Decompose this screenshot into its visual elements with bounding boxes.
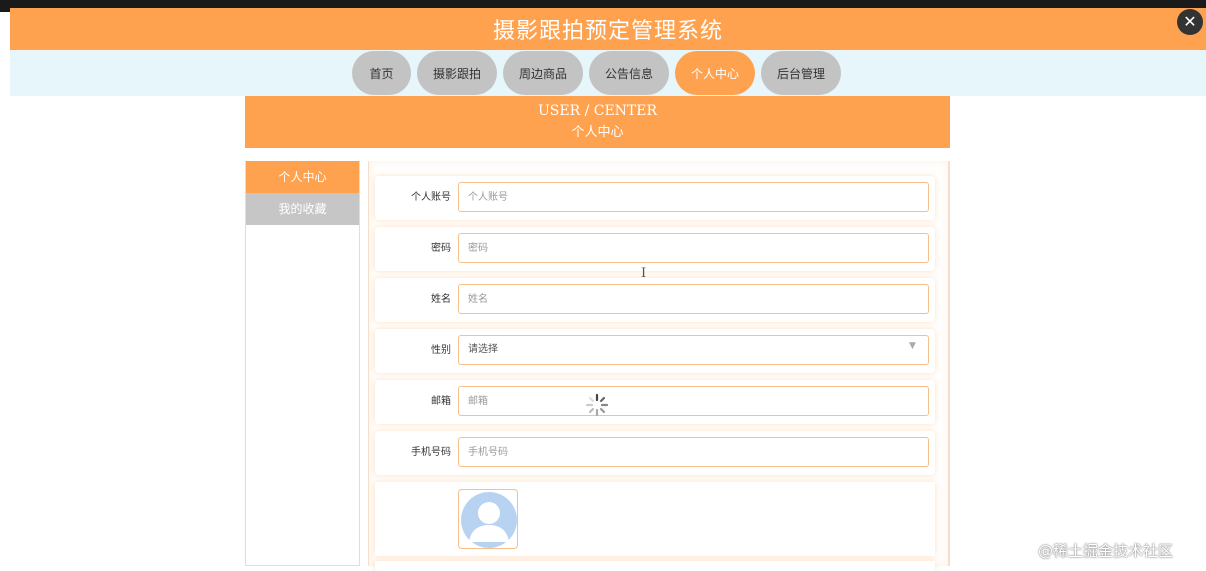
form-row-avatar	[375, 482, 935, 556]
phone-label: 手机号码	[411, 447, 451, 458]
gender-select-value: 请选择	[468, 344, 498, 355]
sidebar: 个人中心 我的收藏	[245, 161, 360, 566]
profile-form: 个人账号 密码 姓名 性别 请选择 ▼ 邮箱 手机号码	[368, 161, 950, 571]
name-input[interactable]	[458, 284, 929, 314]
form-row-email: 邮箱	[375, 380, 935, 424]
main-nav: 首页 摄影跟拍 周边商品 公告信息 个人中心 后台管理	[10, 50, 1206, 96]
chevron-down-icon[interactable]: ▼	[909, 341, 916, 351]
account-input[interactable]	[458, 182, 929, 212]
sidebar-item-favorites[interactable]: 我的收藏	[246, 193, 359, 225]
app-title: 摄影跟拍预定管理系统	[492, 19, 723, 44]
form-row-password: 密码	[375, 227, 935, 271]
banner-title-cn: 个人中心	[571, 125, 624, 140]
avatar-upload[interactable]	[458, 489, 518, 549]
close-icon[interactable]: ✕	[1177, 9, 1203, 35]
banner-title-en: USER / CENTER	[537, 103, 658, 119]
nav-tab-photography[interactable]: 摄影跟拍	[417, 51, 497, 95]
page-banner: USER / CENTER 个人中心	[245, 96, 950, 148]
account-label: 个人账号	[411, 192, 451, 203]
form-row-phone: 手机号码	[375, 431, 935, 475]
phone-input[interactable]	[458, 437, 929, 467]
email-label: 邮箱	[431, 396, 451, 407]
nav-tab-user-center[interactable]: 个人中心	[675, 51, 755, 95]
watermark: @稀土掘金技术社区	[1038, 542, 1174, 560]
gender-label: 性别	[431, 345, 451, 356]
form-row-partial	[375, 561, 935, 571]
form-row-gender: 性别 请选择 ▼	[375, 329, 935, 373]
form-row-name: 姓名	[375, 278, 935, 322]
app-header: 摄影跟拍预定管理系统	[10, 8, 1206, 50]
form-row-account: 个人账号	[375, 176, 935, 220]
text-cursor-icon: I	[641, 266, 647, 281]
gender-select[interactable]: 请选择	[458, 335, 929, 365]
nav-tab-merchandise[interactable]: 周边商品	[503, 51, 583, 95]
name-label: 姓名	[431, 294, 451, 305]
spinner-icon	[585, 393, 609, 417]
password-input[interactable]	[458, 233, 929, 263]
password-label: 密码	[431, 243, 451, 254]
nav-tab-admin[interactable]: 后台管理	[761, 51, 841, 95]
sidebar-item-user-center[interactable]: 个人中心	[246, 161, 359, 193]
email-input[interactable]	[458, 386, 929, 416]
nav-tab-home[interactable]: 首页	[352, 51, 411, 95]
user-avatar-icon	[461, 492, 517, 548]
nav-tab-announcements[interactable]: 公告信息	[589, 51, 669, 95]
